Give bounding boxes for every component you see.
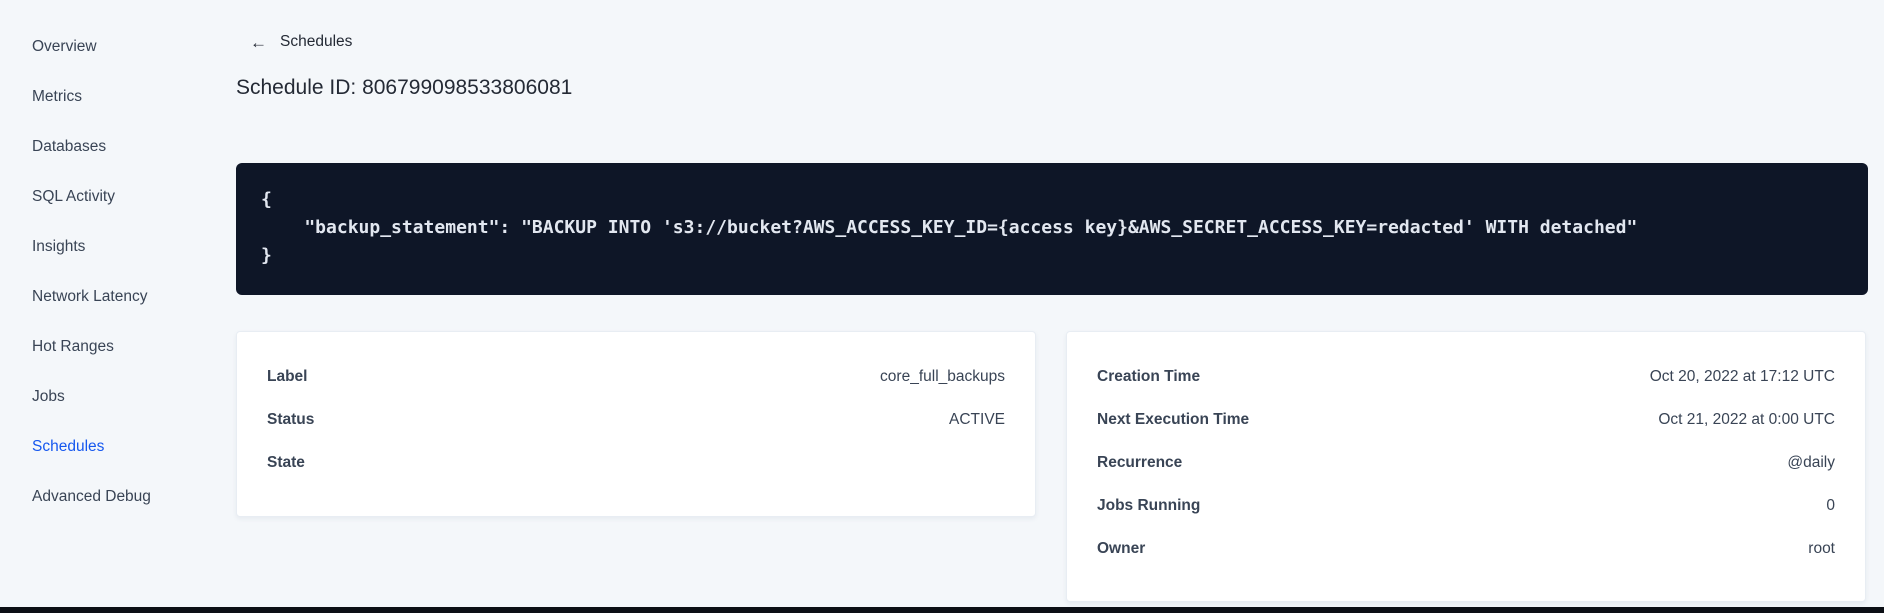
row-value: core_full_backups — [880, 367, 1005, 385]
window-bottom-edge — [0, 607, 1884, 613]
sidebar-item-advanced-debug[interactable]: Advanced Debug — [0, 472, 210, 522]
sidebar-item-jobs[interactable]: Jobs — [0, 372, 210, 422]
row-label: Owner — [1097, 539, 1146, 557]
detail-row-state: State — [267, 441, 1005, 484]
sidebar-item-sql-activity[interactable]: SQL Activity — [0, 172, 210, 222]
code-line: "backup_statement": "BACKUP INTO 's3://b… — [261, 217, 1638, 238]
row-value: Oct 20, 2022 at 17:12 UTC — [1649, 367, 1835, 385]
row-label: Label — [267, 367, 308, 385]
detail-row-owner: Owner root — [1097, 527, 1835, 570]
sidebar-item-schedules[interactable]: Schedules — [0, 422, 210, 472]
back-link-label: Schedules — [280, 33, 353, 50]
detail-row-jobs-running: Jobs Running 0 — [1097, 484, 1835, 527]
code-line: { — [261, 189, 272, 210]
row-label: Recurrence — [1097, 453, 1183, 471]
sidebar-item-hot-ranges[interactable]: Hot Ranges — [0, 322, 210, 372]
row-label: Status — [267, 410, 315, 428]
sidebar-item-overview[interactable]: Overview — [0, 22, 210, 72]
code-line: } — [261, 245, 272, 266]
back-to-schedules-link[interactable]: ← Schedules — [250, 33, 352, 51]
sidebar-item-network-latency[interactable]: Network Latency — [0, 272, 210, 322]
row-label: State — [267, 453, 305, 471]
sidebar-item-insights[interactable]: Insights — [0, 222, 210, 272]
detail-row-label: Label core_full_backups — [267, 355, 1005, 398]
back-arrow-icon: ← — [250, 32, 267, 52]
detail-row-creation-time: Creation Time Oct 20, 2022 at 17:12 UTC — [1097, 355, 1835, 398]
detail-row-status: Status ACTIVE — [267, 398, 1005, 441]
row-value: Oct 21, 2022 at 0:00 UTC — [1658, 410, 1835, 428]
detail-row-next-execution-time: Next Execution Time Oct 21, 2022 at 0:00… — [1097, 398, 1835, 441]
sidebar-item-metrics[interactable]: Metrics — [0, 72, 210, 122]
schedule-definition-code-block: { "backup_statement": "BACKUP INTO 's3:/… — [236, 163, 1868, 295]
row-value: 0 — [1826, 496, 1835, 514]
row-value: @daily — [1787, 453, 1835, 471]
row-value: root — [1808, 539, 1835, 557]
row-value: ACTIVE — [949, 410, 1005, 428]
schedule-timing-card: Creation Time Oct 20, 2022 at 17:12 UTC … — [1066, 331, 1866, 602]
row-label: Creation Time — [1097, 367, 1201, 385]
page-title: Schedule ID: 806799098533806081 — [236, 76, 573, 99]
sidebar: Overview Metrics Databases SQL Activity … — [0, 0, 210, 522]
detail-row-recurrence: Recurrence @daily — [1097, 441, 1835, 484]
row-label: Next Execution Time — [1097, 410, 1250, 428]
row-label: Jobs Running — [1097, 496, 1201, 514]
sidebar-item-databases[interactable]: Databases — [0, 122, 210, 172]
schedule-details-card: Label core_full_backups Status ACTIVE St… — [236, 331, 1036, 517]
